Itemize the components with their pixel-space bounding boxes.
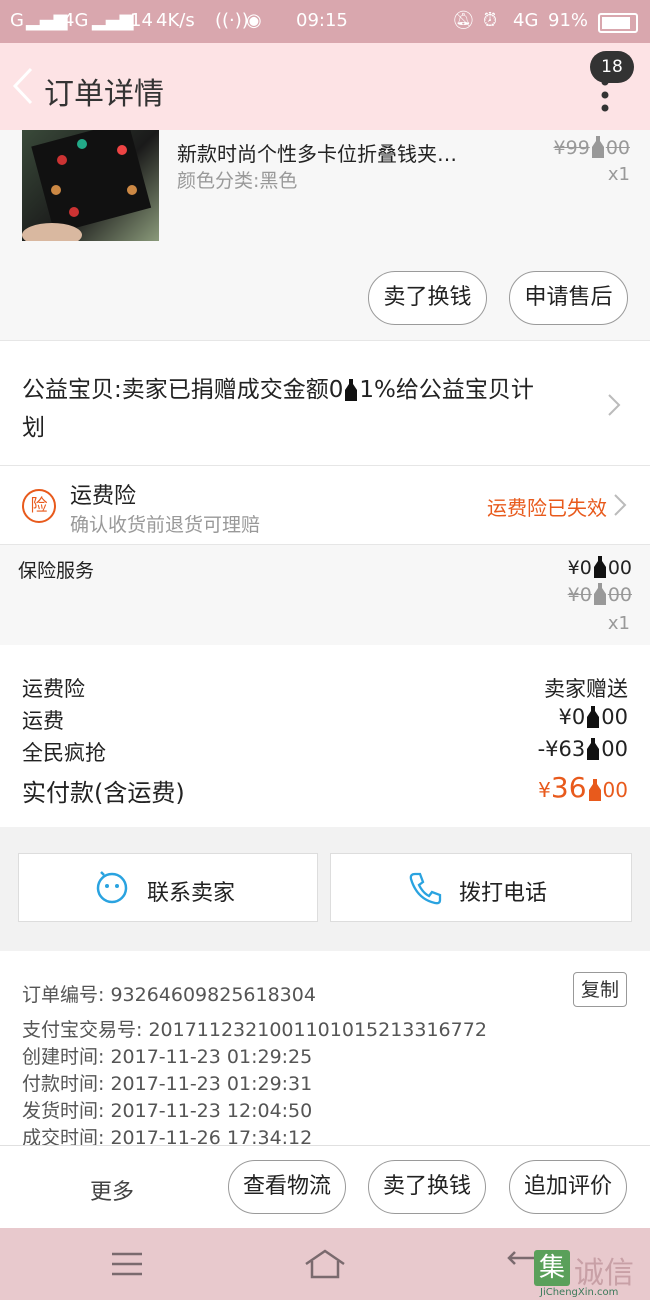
chevron-right-icon — [608, 394, 621, 416]
contact-seller-label: 联系卖家 — [147, 881, 236, 906]
battery-percent: 91% — [548, 10, 589, 31]
insurance-service-original-price: ¥0 00 — [567, 583, 632, 606]
product-thumbnail[interactable] — [22, 120, 159, 247]
message-count-badge: 18 — [590, 51, 634, 83]
home-icon[interactable] — [303, 1248, 347, 1280]
insurance-service-price: ¥0 00 — [567, 556, 632, 579]
summary-value-freight-insurance: 卖家赠送 — [544, 677, 628, 701]
insurance-service-label: 保险服务 — [18, 560, 95, 582]
product-card[interactable]: 新款时尚个性多卡位折叠钱夹… 颜色分类:黑色 ¥99 00 x1 卖了换钱 申请售… — [0, 120, 650, 340]
bottle-icon — [345, 379, 358, 401]
more-button[interactable]: 更多 — [90, 1174, 134, 1206]
insurance-service-row: 保险服务 ¥0 00 ¥0 00 x1 — [0, 544, 650, 645]
charity-text: 公益宝贝:卖家已捐赠成交金额0 1%给公益宝贝计 划 — [22, 377, 534, 441]
network-type: 4G — [63, 10, 89, 31]
status-bar: G ▂▄▆ 4G ▂▄▆ 14 4K/s ((·)) ◉ 09:15 🔕︎ ⏰︎… — [0, 0, 650, 43]
paid-time: 付款时间: 2017-11-23 01:29:31 — [22, 1073, 313, 1095]
charity-row[interactable]: 公益宝贝:卖家已捐赠成交金额0 1%给公益宝贝计 划 — [0, 340, 650, 465]
speed-unit: 4K/s — [156, 10, 195, 31]
insurance-title: 运费险 — [70, 484, 137, 509]
order-info: 订单编号: 93264609825618304 复制 支付宝交易号: 20171… — [0, 951, 650, 1149]
mute-icon: 🔕︎ — [452, 10, 475, 31]
bottle-icon — [593, 556, 606, 578]
bottle-icon — [587, 706, 600, 728]
chevron-right-icon — [614, 494, 627, 516]
alarm-icon: ⏰︎ — [483, 10, 498, 31]
original-price: ¥99 00 — [553, 136, 630, 159]
insurance-status: 运费险已失效 — [487, 496, 607, 520]
bottom-action-bar: 更多 查看物流 卖了换钱 追加评价 — [0, 1145, 650, 1228]
radio-icon: ((·)) — [215, 10, 249, 31]
freight-insurance-row[interactable]: 险 运费险 确认收货前退货可理赔 运费险已失效 — [0, 465, 650, 544]
network-type-2: 4G — [513, 10, 539, 31]
summary-label-freight-insurance: 运费险 — [22, 677, 85, 701]
sell-button[interactable]: 卖了换钱 — [368, 271, 487, 325]
clock: 09:15 — [296, 10, 348, 31]
menu-icon[interactable] — [110, 1250, 144, 1278]
insurance-service-quantity: x1 — [607, 613, 630, 634]
back-arrow-icon[interactable] — [12, 67, 34, 105]
total-amount: ¥36 00 — [538, 771, 628, 804]
call-phone-button[interactable]: 拨打电话 — [330, 853, 632, 922]
shipped-time: 发货时间: 2017-11-23 12:04:50 — [22, 1100, 313, 1122]
bottle-icon — [591, 136, 604, 158]
product-quantity: x1 — [607, 164, 630, 185]
insurance-icon: 险 — [22, 489, 56, 523]
chat-face-icon — [96, 871, 128, 904]
add-review-button[interactable]: 追加评价 — [509, 1160, 627, 1214]
watermark-url: JiChengXin.com — [540, 1287, 619, 1298]
battery-icon — [598, 13, 638, 33]
bottle-icon — [593, 583, 606, 605]
total-label: 实付款(含运费) — [22, 779, 185, 807]
order-number: 订单编号: 93264609825618304 — [22, 984, 316, 1006]
contact-seller-button[interactable]: 联系卖家 — [18, 853, 318, 922]
product-variant: 颜色分类:黑色 — [177, 170, 298, 192]
summary-value-discount: -¥63 00 — [537, 737, 628, 761]
app-header: 订单详情 18 — [0, 43, 650, 130]
wallet-image-icon — [22, 120, 152, 247]
page-title: 订单详情 — [44, 77, 164, 112]
aftersale-button[interactable]: 申请售后 — [509, 271, 628, 325]
bottom-sell-button[interactable]: 卖了换钱 — [368, 1160, 486, 1214]
payment-summary: 运费险 卖家赠送 运费 ¥0 00 全民疯抢 -¥63 00 实付款(含运费) ¥3… — [0, 645, 650, 827]
watermark-text: 诚信 — [574, 1256, 634, 1291]
bottle-icon — [588, 779, 601, 801]
system-nav-bar: 集 诚信 JiChengXin.com — [0, 1228, 650, 1300]
watermark-logo: 集 — [534, 1250, 570, 1286]
summary-label-freight: 运费 — [22, 709, 64, 733]
phone-icon — [409, 872, 442, 905]
call-phone-label: 拨打电话 — [459, 881, 548, 906]
summary-value-freight: ¥0 00 — [558, 705, 628, 729]
signal-icon: ▂▄▆ — [26, 10, 68, 31]
speed: 14 — [130, 10, 153, 31]
signal-icon-2: ▂▄▆ — [92, 10, 134, 31]
summary-label-discount: 全民疯抢 — [22, 741, 106, 765]
copy-button[interactable]: 复制 — [573, 972, 627, 1007]
bottle-icon — [587, 738, 600, 760]
weibo-icon: ◉ — [246, 10, 262, 31]
created-time: 创建时间: 2017-11-23 01:29:25 — [22, 1046, 313, 1068]
carrier: G — [10, 10, 24, 31]
alipay-trade-number: 支付宝交易号: 2017112321001101015213316772 — [22, 1019, 487, 1041]
view-logistics-button[interactable]: 查看物流 — [228, 1160, 346, 1214]
product-name[interactable]: 新款时尚个性多卡位折叠钱夹… — [177, 138, 457, 167]
insurance-subtitle: 确认收货前退货可理赔 — [70, 514, 261, 536]
